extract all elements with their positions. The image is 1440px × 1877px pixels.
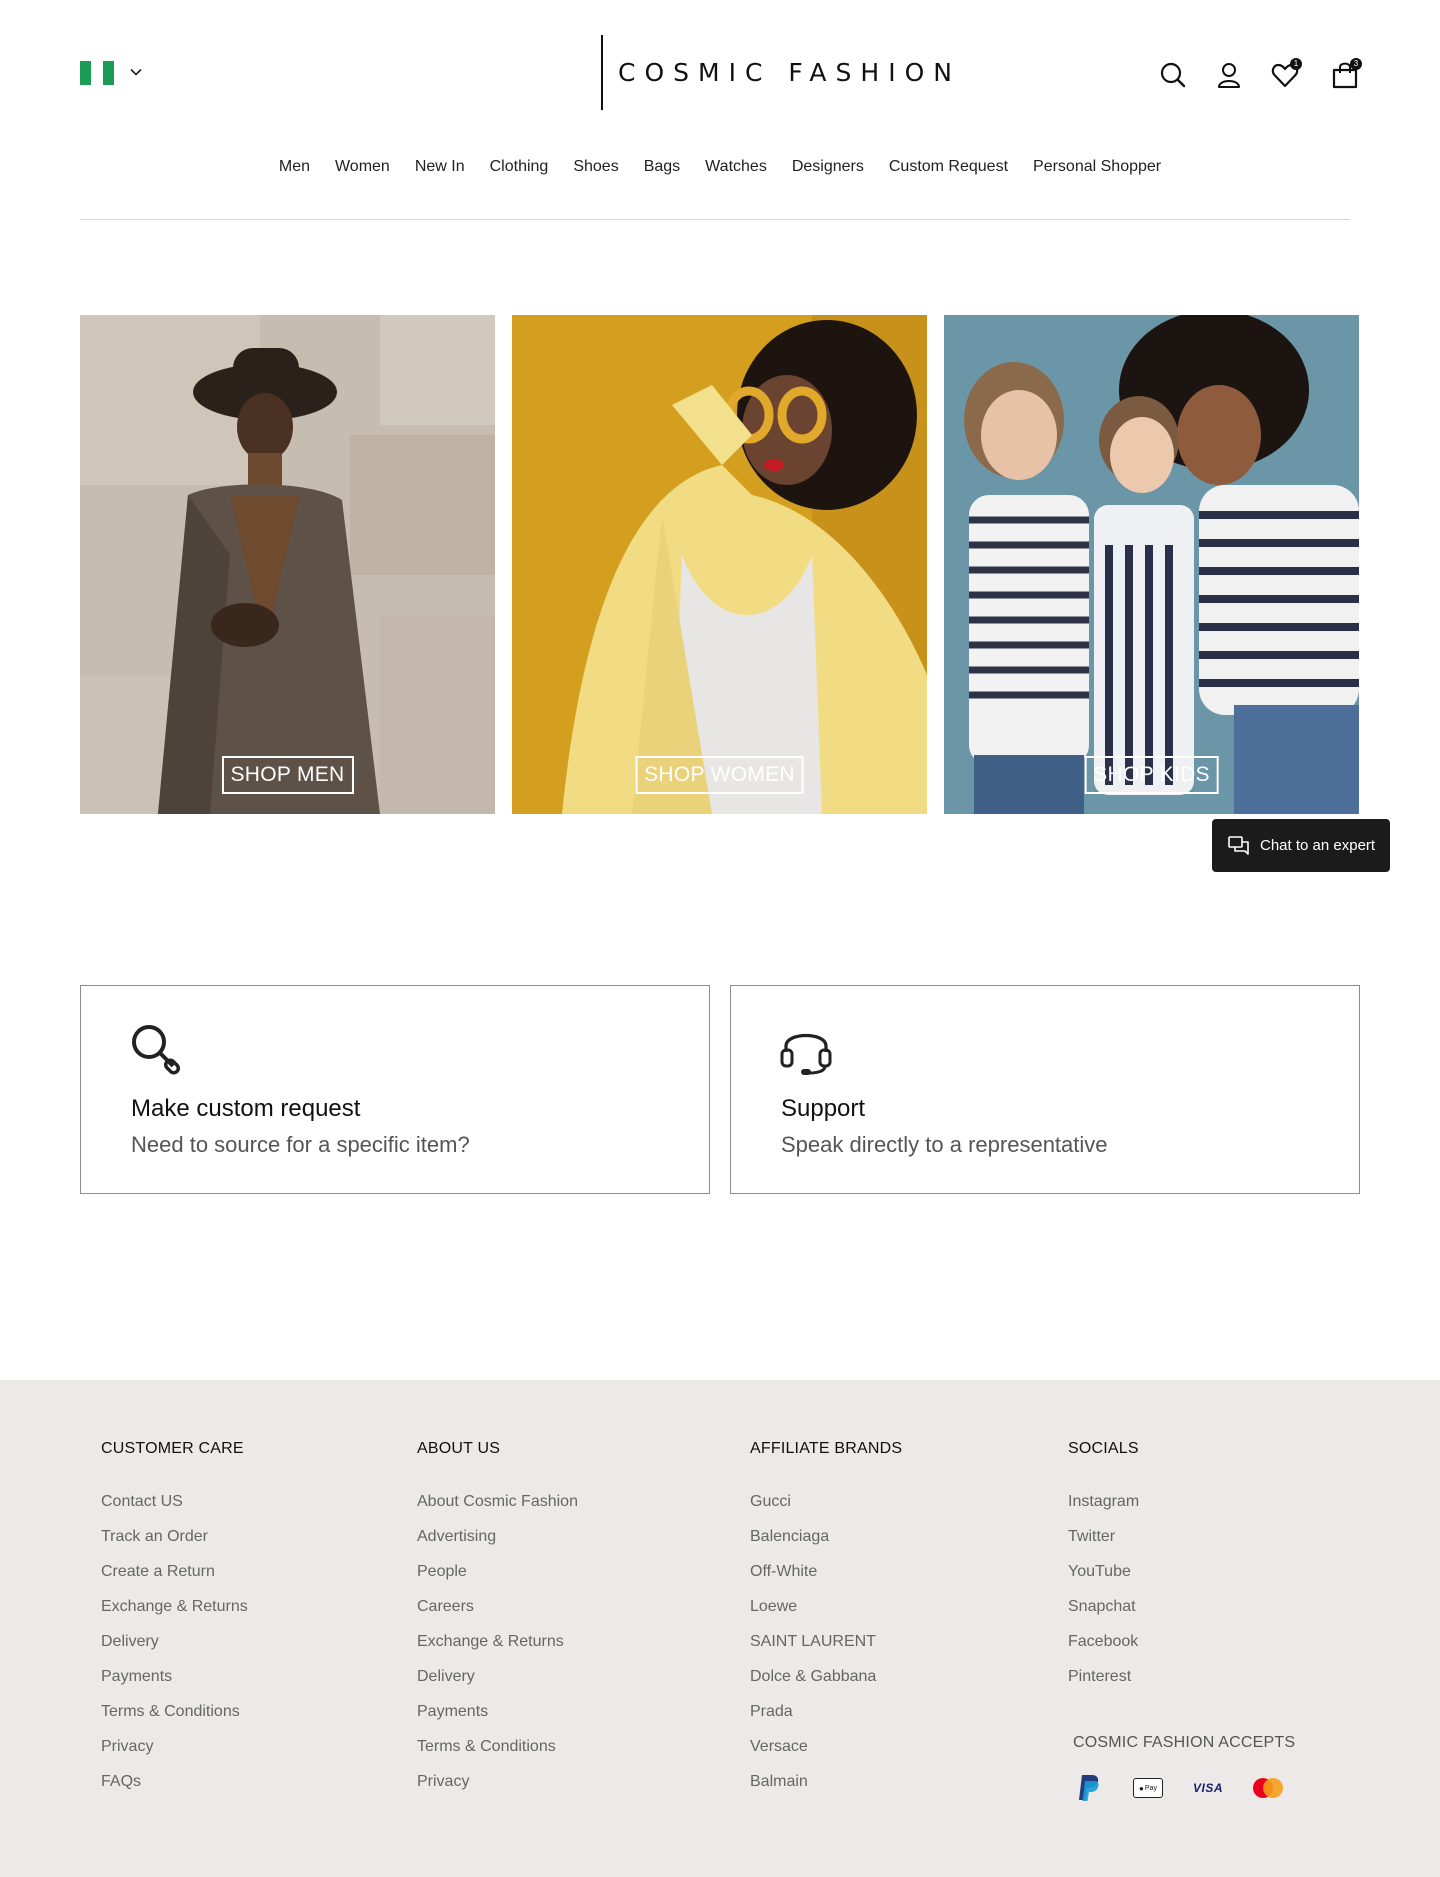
flag-green-stripe	[102, 61, 114, 85]
footer-socials: SOCIALS Instagram Twitter YouTube Snapch…	[1068, 1440, 1139, 1702]
wishlist-icon[interactable]: 1	[1270, 58, 1302, 90]
footer-link-contact-us[interactable]: Contact US	[101, 1492, 248, 1511]
footer-link-privacy[interactable]: Privacy	[101, 1737, 248, 1756]
mastercard-icon	[1251, 1773, 1285, 1803]
footer-link-saint-laurent[interactable]: SAINT LAURENT	[750, 1632, 902, 1651]
custom-request-title: Make custom request	[131, 1095, 361, 1122]
footer-link-versace[interactable]: Versace	[750, 1737, 902, 1756]
footer-link-about[interactable]: About Cosmic Fashion	[417, 1492, 578, 1511]
flag-white-stripe	[91, 61, 103, 85]
footer-heading: SOCIALS	[1068, 1440, 1139, 1457]
flag-green-stripe	[80, 61, 92, 85]
site-logo[interactable]: COSMIC FASHION	[618, 58, 961, 87]
footer-link-twitter[interactable]: Twitter	[1068, 1527, 1139, 1546]
nav-item-clothing[interactable]: Clothing	[490, 158, 549, 176]
footer-link-prada[interactable]: Prada	[750, 1702, 902, 1721]
logo-divider	[601, 35, 603, 110]
support-subtitle: Speak directly to a representative	[781, 1132, 1108, 1157]
footer-link-privacy[interactable]: Privacy	[417, 1772, 578, 1791]
custom-request-subtitle: Need to source for a specific item?	[131, 1132, 470, 1157]
footer-link-payments[interactable]: Payments	[101, 1667, 248, 1686]
apple-logo-icon: ●	[1139, 1783, 1144, 1793]
nav-item-personal-shopper[interactable]: Personal Shopper	[1033, 158, 1161, 176]
visa-text: VISA	[1192, 1781, 1223, 1795]
visa-icon: VISA	[1192, 1773, 1224, 1803]
support-card[interactable]: Support Speak directly to a representati…	[730, 985, 1360, 1194]
search-icon[interactable]	[1158, 60, 1188, 90]
shop-kids-tile[interactable]: SHOP KIDS	[944, 315, 1359, 814]
shop-men-tile[interactable]: SHOP MEN	[80, 315, 495, 814]
footer-customer-care: CUSTOMER CARE Contact US Track an Order …	[101, 1440, 248, 1807]
footer-heading: AFFILIATE BRANDS	[750, 1440, 903, 1457]
footer-link-snapchat[interactable]: Snapchat	[1068, 1597, 1139, 1616]
footer-heading: CUSTOMER CARE	[101, 1440, 244, 1457]
nav-item-women[interactable]: Women	[335, 158, 390, 176]
men-model-image	[80, 315, 495, 814]
shopping-bag-icon[interactable]: 3	[1330, 58, 1362, 90]
site-header: COSMIC FASHION 1 3 Men Women New In Clot…	[0, 0, 1440, 222]
paypal-icon	[1074, 1773, 1102, 1803]
site-footer: CUSTOMER CARE Contact US Track an Order …	[0, 1380, 1440, 1877]
nav-item-men[interactable]: Men	[279, 158, 310, 176]
footer-link-people[interactable]: People	[417, 1562, 578, 1581]
footer-affiliate-brands: AFFILIATE BRANDS Gucci Balenciaga Off-Wh…	[750, 1440, 902, 1807]
shop-women-tile[interactable]: SHOP WOMEN	[512, 315, 927, 814]
custom-request-card[interactable]: Make custom request Need to source for a…	[80, 985, 710, 1194]
magnifier-icon	[132, 1025, 181, 1075]
wishlist-count-badge: 1	[1290, 58, 1302, 70]
footer-about-us: ABOUT US About Cosmic Fashion Advertisin…	[417, 1440, 578, 1807]
nav-item-shoes[interactable]: Shoes	[573, 158, 618, 176]
apple-pay-text: Pay	[1144, 1784, 1157, 1792]
nav-item-watches[interactable]: Watches	[705, 158, 767, 176]
footer-heading: ABOUT US	[417, 1440, 501, 1457]
footer-link-youtube[interactable]: YouTube	[1068, 1562, 1139, 1581]
footer-link-dolce-gabbana[interactable]: Dolce & Gabbana	[750, 1667, 902, 1686]
footer-link-balenciaga[interactable]: Balenciaga	[750, 1527, 902, 1546]
footer-link-payments[interactable]: Payments	[417, 1702, 578, 1721]
payment-accepts-label: COSMIC FASHION ACCEPTS	[1073, 1734, 1296, 1751]
footer-link-advertising[interactable]: Advertising	[417, 1527, 578, 1546]
footer-link-delivery[interactable]: Delivery	[101, 1632, 248, 1651]
footer-link-create-return[interactable]: Create a Return	[101, 1562, 248, 1581]
headset-icon	[780, 1034, 832, 1075]
main-navigation: Men Women New In Clothing Shoes Bags Wat…	[0, 158, 1440, 176]
footer-link-balmain[interactable]: Balmain	[750, 1772, 902, 1791]
footer-link-facebook[interactable]: Facebook	[1068, 1632, 1139, 1651]
women-model-image	[512, 315, 927, 814]
footer-link-instagram[interactable]: Instagram	[1068, 1492, 1139, 1511]
footer-link-exchange-returns[interactable]: Exchange & Returns	[101, 1597, 248, 1616]
nav-item-designers[interactable]: Designers	[792, 158, 864, 176]
footer-link-off-white[interactable]: Off-White	[750, 1562, 902, 1581]
account-icon[interactable]	[1214, 60, 1244, 90]
footer-link-delivery[interactable]: Delivery	[417, 1667, 578, 1686]
footer-link-pinterest[interactable]: Pinterest	[1068, 1667, 1139, 1686]
footer-link-gucci[interactable]: Gucci	[750, 1492, 902, 1511]
footer-link-exchange-returns[interactable]: Exchange & Returns	[417, 1632, 578, 1651]
cart-count-badge: 3	[1350, 58, 1362, 70]
country-flag-selector[interactable]	[80, 61, 114, 85]
footer-link-faqs[interactable]: FAQs	[101, 1772, 248, 1791]
chat-icon	[1228, 835, 1249, 855]
nav-item-new-in[interactable]: New In	[415, 158, 465, 176]
chat-label: Chat to an expert	[1260, 837, 1376, 854]
kids-models-image	[944, 315, 1359, 814]
header-divider	[80, 219, 1350, 220]
footer-link-careers[interactable]: Careers	[417, 1597, 578, 1616]
footer-link-terms[interactable]: Terms & Conditions	[417, 1737, 578, 1756]
shop-women-button[interactable]: SHOP WOMEN	[635, 756, 804, 794]
chevron-down-icon[interactable]	[128, 64, 144, 80]
nav-item-bags[interactable]: Bags	[644, 158, 680, 176]
support-title: Support	[781, 1095, 866, 1122]
shop-men-button[interactable]: SHOP MEN	[221, 756, 354, 794]
footer-link-loewe[interactable]: Loewe	[750, 1597, 902, 1616]
nav-item-custom-request[interactable]: Custom Request	[889, 158, 1008, 176]
apple-pay-icon: ● Pay	[1133, 1773, 1163, 1803]
footer-link-terms[interactable]: Terms & Conditions	[101, 1702, 248, 1721]
footer-link-track-order[interactable]: Track an Order	[101, 1527, 248, 1546]
shop-kids-button[interactable]: SHOP KIDS	[1084, 756, 1219, 794]
chat-expert-button[interactable]: Chat to an expert	[1212, 819, 1390, 872]
